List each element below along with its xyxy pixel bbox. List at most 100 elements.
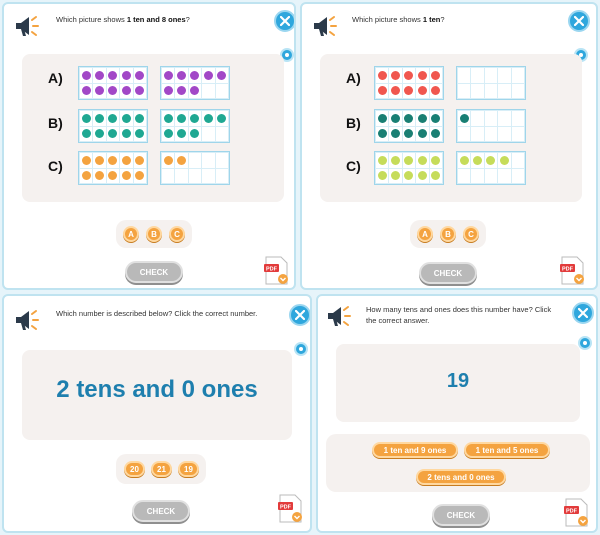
frame-cell <box>376 168 389 183</box>
pdf-icon: PDF <box>560 256 584 285</box>
answer-20-button[interactable]: 20 <box>124 461 145 477</box>
frame-cell <box>416 153 429 168</box>
number-card: 19 <box>336 344 580 422</box>
answer-2-tens-0-ones-button[interactable]: 2 tens and 0 ones <box>416 469 506 485</box>
check-button[interactable]: CHECK <box>132 500 190 522</box>
answer-1-ten-5-ones-button[interactable]: 1 ten and 5 ones <box>464 442 550 458</box>
frame-cell <box>458 126 471 141</box>
counter-dot <box>431 70 441 80</box>
frame-cell <box>484 111 498 126</box>
answer-b-button[interactable]: B <box>146 226 162 242</box>
audio-button[interactable] <box>294 342 308 356</box>
frame-cell <box>188 68 202 83</box>
frame-cell <box>93 68 106 83</box>
answer-19-button[interactable]: 19 <box>178 461 199 477</box>
counter-dot <box>81 155 91 165</box>
frame-cell <box>471 126 484 141</box>
counter-dot <box>190 113 200 123</box>
frame-cell <box>120 68 133 83</box>
counter-dot <box>135 113 145 123</box>
answer-a-button[interactable]: A <box>417 226 433 242</box>
frame-cell <box>511 111 524 126</box>
answer-21-button[interactable]: 21 <box>151 461 172 477</box>
frame-cell <box>133 111 146 126</box>
frame-cell <box>202 168 215 183</box>
counter-dot <box>404 113 414 123</box>
counter-dot <box>95 86 105 96</box>
frame-cell <box>429 111 442 126</box>
check-button[interactable]: CHECK <box>419 262 477 284</box>
counter-dot <box>459 113 469 123</box>
frame-cell <box>458 153 471 168</box>
counter-dot <box>377 86 387 96</box>
counter-dot <box>377 155 387 165</box>
audio-button[interactable] <box>578 336 592 350</box>
frame-cell <box>106 83 120 98</box>
frame-cell <box>120 168 133 183</box>
close-icon <box>574 16 584 26</box>
frame-cell <box>416 168 429 183</box>
frame-cell <box>162 68 175 83</box>
counter-dot <box>108 171 118 181</box>
close-button[interactable] <box>572 302 594 324</box>
frame-cell <box>429 68 442 83</box>
speaker-icon[interactable] <box>12 12 42 40</box>
speaker-icon[interactable] <box>12 306 42 334</box>
counter-dot <box>121 70 131 80</box>
frame-cell <box>93 153 106 168</box>
frame-cell <box>215 126 228 141</box>
pdf-download-button[interactable]: PDF <box>278 494 304 524</box>
frame-cell <box>458 111 471 126</box>
speaker-icon[interactable] <box>310 12 340 40</box>
frame-cell <box>93 168 106 183</box>
frame-cell <box>471 153 484 168</box>
pdf-download-button[interactable]: PDF <box>560 256 586 286</box>
frame-cell <box>120 111 133 126</box>
close-button[interactable] <box>289 304 310 326</box>
check-button[interactable]: CHECK <box>125 261 183 283</box>
check-button[interactable]: CHECK <box>432 504 490 526</box>
ten-frame <box>160 151 230 185</box>
close-button[interactable] <box>568 10 590 32</box>
counter-dot <box>391 155 401 165</box>
counter-dot <box>121 129 131 139</box>
counter-dot <box>108 129 118 139</box>
answer-b-button[interactable]: B <box>440 226 456 242</box>
frame-cell <box>458 168 471 183</box>
counter-dot <box>177 129 187 139</box>
frame-cell <box>202 111 215 126</box>
close-button[interactable] <box>274 10 294 32</box>
answer-a-button[interactable]: A <box>123 226 139 242</box>
frame-cell <box>471 111 484 126</box>
frame-cell <box>458 68 471 83</box>
speaker-icon[interactable] <box>324 302 354 330</box>
exercise-panel-2: Which picture shows 1 ten? A) B) C) A B … <box>300 2 598 290</box>
frame-cell <box>93 111 106 126</box>
frame-cell <box>498 126 511 141</box>
ten-frame <box>160 66 230 100</box>
counter-dot <box>404 129 414 139</box>
svg-text:PDF: PDF <box>280 505 292 511</box>
answer-bar: 20 21 19 <box>116 454 206 484</box>
counter-dot <box>473 155 483 165</box>
frame-cell <box>511 126 524 141</box>
answer-c-button[interactable]: C <box>463 226 479 242</box>
frame-cell <box>120 83 133 98</box>
frame-cell <box>402 126 416 141</box>
pdf-download-button[interactable]: PDF <box>564 498 590 528</box>
pdf-download-button[interactable]: PDF <box>264 256 290 286</box>
ten-frame <box>456 66 526 100</box>
answer-1-ten-9-ones-button[interactable]: 1 ten and 9 ones <box>372 442 458 458</box>
frame-cell <box>162 111 175 126</box>
answer-c-button[interactable]: C <box>169 226 185 242</box>
svg-text:PDF: PDF <box>562 267 574 273</box>
counter-dot <box>431 171 441 181</box>
counter-dot <box>391 86 401 96</box>
ten-frame <box>374 151 444 185</box>
counter-dot <box>499 155 509 165</box>
counter-dot <box>417 86 427 96</box>
counter-dot <box>108 70 118 80</box>
number-text: 19 <box>446 370 470 392</box>
counter-dot <box>203 70 213 80</box>
frame-cell <box>106 126 120 141</box>
